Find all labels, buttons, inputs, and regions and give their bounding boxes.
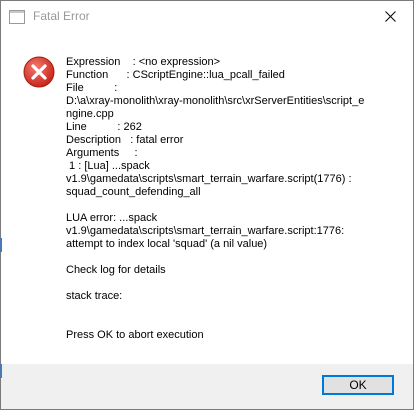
message-area: Expression : <no expression> Function : C… <box>1 32 413 364</box>
message-line: 1 : [Lua] ...spack <box>66 160 150 172</box>
message-line: Press OK to abort execution <box>66 329 204 341</box>
message-line: Description : fatal error <box>66 134 184 146</box>
ok-button[interactable]: OK <box>322 375 394 395</box>
app-icon <box>9 10 25 24</box>
ok-button-label: OK <box>349 378 367 392</box>
message-line: attempt to index local 'squad' (a nil va… <box>66 238 268 250</box>
message-line: v1.9\gamedata\scripts\smart_terrain_warf… <box>66 173 352 185</box>
message-line <box>66 251 396 264</box>
message-line: squad_count_defending_all <box>66 186 201 198</box>
message-line: ngine.cpp <box>66 108 114 120</box>
message-line: v1.9\gamedata\scripts\smart_terrain_warf… <box>66 225 345 237</box>
message-line <box>66 316 396 329</box>
message-line: D:\a\xray-monolith\xray-monolith\src\xrS… <box>66 95 365 107</box>
error-icon <box>23 56 55 88</box>
message-line <box>66 277 396 290</box>
message-line <box>66 199 396 212</box>
message-line: Function : CScriptEngine::lua_pcall_fail… <box>66 69 285 81</box>
window-title: Fatal Error <box>33 9 90 23</box>
title-bar[interactable]: Fatal Error <box>1 1 413 32</box>
message-line <box>66 303 396 316</box>
message-line: Check log for details <box>66 264 166 276</box>
close-icon <box>384 11 396 22</box>
message-line: File : <box>66 82 118 94</box>
message-line: Line : 262 <box>66 121 142 133</box>
message-line: Arguments : <box>66 147 138 159</box>
background-edge <box>0 364 2 378</box>
message-line: LUA error: ...spack <box>66 212 158 224</box>
error-message: Expression : <no expression> Function : C… <box>66 56 396 342</box>
fatal-error-dialog: Fatal Error Expression : <no expression>… <box>0 0 414 410</box>
background-edge <box>0 238 2 252</box>
message-line: stack trace: <box>66 290 123 302</box>
button-bar: OK <box>1 364 413 409</box>
message-line: Expression : <no expression> <box>66 56 221 68</box>
close-button[interactable] <box>367 1 413 32</box>
